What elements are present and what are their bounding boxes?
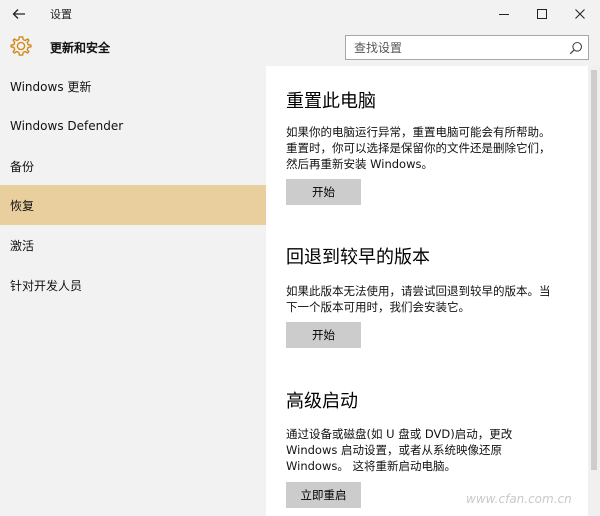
vertical-scrollbar[interactable] [588, 66, 600, 516]
sidebar: Windows 更新 Windows Defender 备份 恢复 激活 针对开… [0, 66, 266, 516]
minimize-button[interactable] [486, 0, 522, 28]
description-line: 下一个版本可用时，我们会安装它。 [286, 300, 470, 314]
sidebar-item-label: 备份 [10, 159, 35, 174]
restart-now-button[interactable]: 立即重启 [286, 482, 361, 508]
reset-pc-start-button[interactable]: 开始 [286, 179, 361, 205]
description-line: 如果你的电脑运行异常，重置电脑可能会有所帮助。 [286, 125, 551, 139]
sidebar-item-label: Windows Defender [10, 119, 124, 133]
sidebar-item-label: 针对开发人员 [10, 278, 83, 293]
sidebar-item-recovery[interactable]: 恢复 [0, 185, 266, 225]
gear-icon [10, 36, 32, 56]
go-back-start-button[interactable]: 开始 [286, 322, 361, 348]
go-back-heading: 回退到较早的版本 [286, 247, 430, 268]
sidebar-item-for-developers[interactable]: 针对开发人员 [0, 265, 266, 305]
advanced-startup-description: 通过设备或磁盘(如 U 盘或 DVD)启动，更改 Windows 启动设置，或者… [286, 426, 586, 474]
reset-pc-heading: 重置此电脑 [286, 91, 376, 112]
search-input[interactable] [346, 36, 562, 59]
sidebar-item-label: Windows 更新 [10, 79, 92, 94]
sidebar-item-windows-defender[interactable]: Windows Defender [0, 106, 266, 146]
maximize-button[interactable] [524, 0, 560, 28]
reset-pc-description: 如果你的电脑运行异常，重置电脑可能会有所帮助。 重置时，你可以选择是保留你的文件… [286, 124, 586, 172]
section-title: 更新和安全 [50, 41, 111, 55]
go-back-description: 如果此版本无法使用，请尝试回退到较早的版本。当 下一个版本可用时，我们会安装它。 [286, 283, 586, 315]
app-title: 设置 [50, 8, 72, 21]
minimize-icon [499, 14, 509, 15]
description-line: 通过设备或磁盘(如 U 盘或 DVD)启动，更改 [286, 427, 513, 441]
main-content: 重置此电脑 如果你的电脑运行异常，重置电脑可能会有所帮助。 重置时，你可以选择是… [266, 66, 588, 516]
sidebar-item-activation[interactable]: 激活 [0, 225, 266, 265]
sidebar-item-windows-update[interactable]: Windows 更新 [0, 66, 266, 106]
search-box[interactable] [345, 35, 589, 60]
watermark: www.cfan.com.cn [466, 492, 572, 506]
advanced-startup-heading: 高级启动 [286, 391, 358, 412]
arrow-left-icon [12, 9, 25, 19]
close-icon [575, 9, 585, 19]
sidebar-item-label: 激活 [10, 238, 35, 253]
search-icon[interactable] [569, 41, 583, 55]
sidebar-item-label: 恢复 [10, 198, 35, 213]
description-line: Windows 启动设置，或者从系统映像还原 [286, 443, 502, 457]
description-line: 重置时，你可以选择是保留你的文件还是删除它们， [286, 141, 551, 155]
description-line: Windows。 这将重新启动电脑。 [286, 459, 456, 473]
description-line: 然后再重新安装 Windows。 [286, 157, 433, 171]
scrollbar-thumb[interactable] [591, 70, 597, 470]
section-header: 更新和安全 [0, 28, 600, 66]
sidebar-item-backup[interactable]: 备份 [0, 146, 266, 186]
maximize-icon [537, 9, 547, 19]
back-button[interactable] [6, 3, 32, 25]
title-bar: 设置 [0, 0, 600, 28]
close-button[interactable] [562, 0, 598, 28]
description-line: 如果此版本无法使用，请尝试回退到较早的版本。当 [286, 284, 551, 298]
